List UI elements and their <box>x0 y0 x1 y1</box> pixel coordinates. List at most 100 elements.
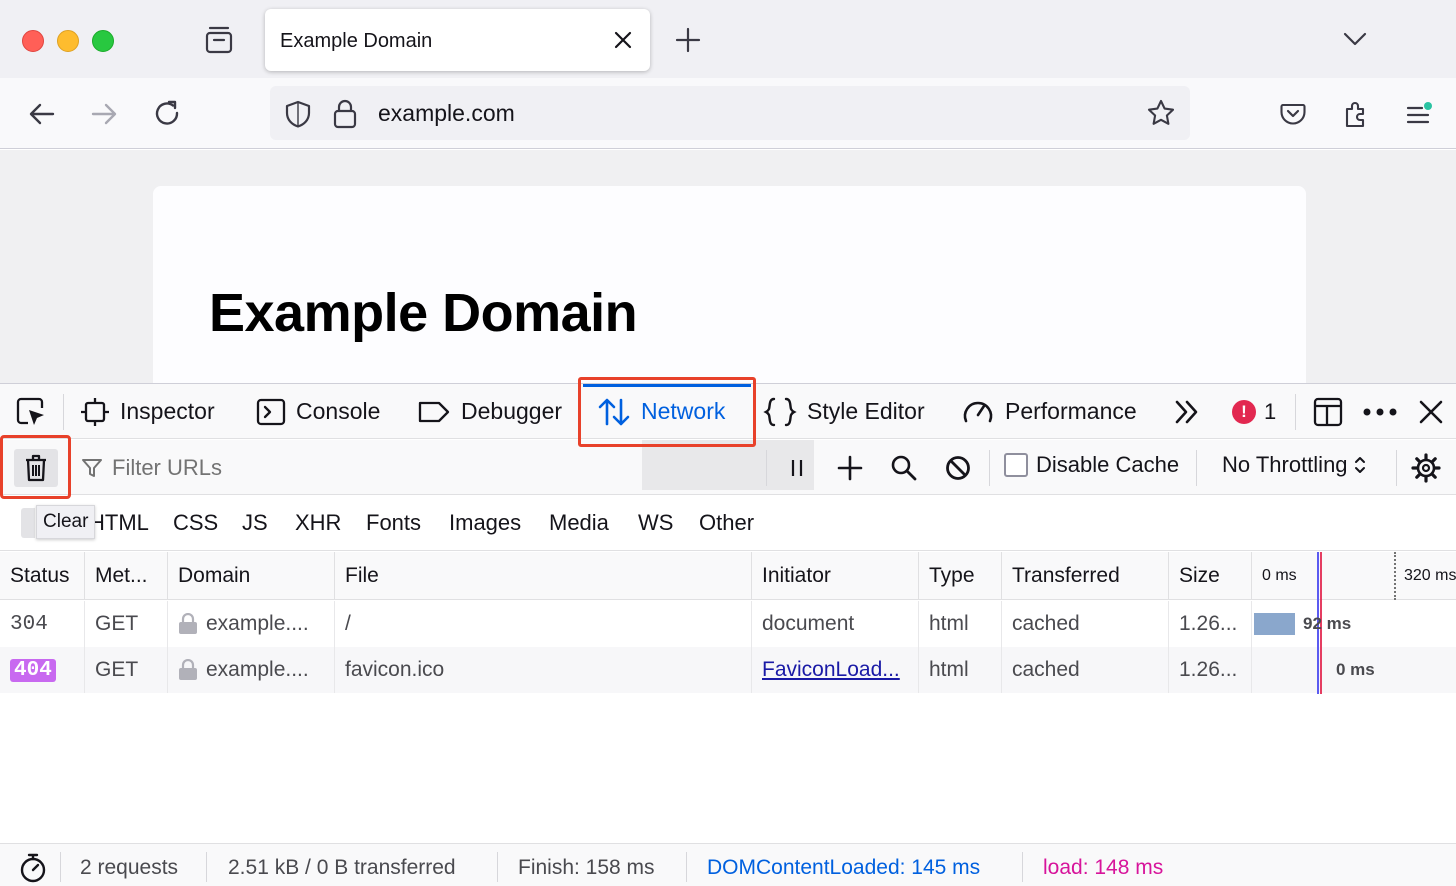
filter-css[interactable]: CSS <box>173 510 218 536</box>
active-tab-indicator <box>583 384 751 387</box>
filter-images[interactable]: Images <box>449 510 521 536</box>
load-time: load: 148 ms <box>1043 856 1164 879</box>
finish-time: Finish: 158 ms <box>518 856 655 879</box>
waterfall-start-label: 0 ms <box>1262 567 1297 584</box>
waterfall-timing-bar <box>1254 613 1295 635</box>
app-menu-icon[interactable] <box>1398 94 1438 134</box>
more-tools-chevron-icon[interactable] <box>1172 384 1202 439</box>
filter-all-button[interactable] <box>21 508 35 538</box>
column-method[interactable]: Met... <box>85 552 168 600</box>
status-separator <box>206 852 207 882</box>
type-cell: html <box>919 601 1002 647</box>
curly-braces-icon <box>763 397 797 426</box>
pause-icon[interactable] <box>779 450 815 486</box>
tab-inspector-label: Inspector <box>120 398 215 424</box>
tab-inspector[interactable]: Inspector <box>80 384 215 439</box>
initiator-link[interactable]: FaviconLoad... <box>762 658 900 682</box>
clear-tooltip: Clear <box>36 505 96 539</box>
transferred-summary: 2.51 kB / 0 B transferred <box>228 856 456 879</box>
column-transferred[interactable]: Transferred <box>1002 552 1169 600</box>
status-separator <box>1022 852 1023 882</box>
filter-urls-input[interactable] <box>112 454 672 481</box>
tab-debugger[interactable]: Debugger <box>417 384 562 439</box>
table-row[interactable]: 404 GET example.... favicon.ico FaviconL… <box>0 647 1456 693</box>
reload-icon[interactable] <box>147 94 187 134</box>
back-arrow-icon[interactable] <box>22 94 62 134</box>
add-request-blocking-icon[interactable] <box>832 450 868 486</box>
page-card: Example Domain <box>153 186 1306 383</box>
clear-button[interactable] <box>14 449 58 487</box>
network-arrows-icon <box>598 398 630 425</box>
chevron-down-icon[interactable] <box>1338 24 1372 54</box>
bookmark-star-icon[interactable] <box>1146 98 1176 133</box>
type-cell: html <box>919 647 1002 693</box>
timing-label: 0 ms <box>1336 660 1375 679</box>
pocket-icon[interactable] <box>1273 94 1313 134</box>
new-tab-icon[interactable] <box>672 24 704 56</box>
filter-xhr[interactable]: XHR <box>295 510 341 536</box>
toolbar-separator <box>766 450 767 486</box>
browser-tab-active[interactable]: Example Domain <box>265 9 650 71</box>
column-file[interactable]: File <box>335 552 752 600</box>
stopwatch-icon[interactable] <box>18 852 48 886</box>
filter-ws[interactable]: WS <box>638 510 673 536</box>
secure-lock-icon <box>179 659 197 680</box>
status-code: 404 <box>10 658 56 682</box>
checkbox-box[interactable] <box>1004 453 1028 477</box>
inspector-icon <box>81 397 109 426</box>
throttling-select[interactable]: No Throttling <box>1222 452 1366 478</box>
maximize-window-button[interactable] <box>92 30 114 52</box>
filter-urls-field[interactable] <box>80 440 765 495</box>
column-size[interactable]: Size <box>1169 552 1252 600</box>
url-bar[interactable]: example.com <box>270 86 1190 140</box>
toolbar-separator <box>989 450 990 486</box>
shield-icon[interactable] <box>284 99 312 134</box>
filter-js[interactable]: JS <box>242 510 268 536</box>
domain-cell: example.... <box>206 612 309 635</box>
element-picker-icon[interactable] <box>14 384 48 439</box>
table-row[interactable]: 304 GET example.... / document html cach… <box>0 601 1456 647</box>
tab-console[interactable]: Console <box>256 384 380 439</box>
forward-arrow-icon[interactable] <box>84 94 124 134</box>
more-options-icon[interactable] <box>1362 384 1398 439</box>
settings-gear-icon[interactable] <box>1408 450 1444 486</box>
status-separator <box>60 852 61 882</box>
request-type-filters: HTML CSS JS XHR Fonts Images Media WS Ot… <box>0 496 1456 551</box>
request-table-header: Status Met... Domain File Initiator Type… <box>0 552 1456 600</box>
minimize-window-button[interactable] <box>57 30 79 52</box>
lock-icon[interactable] <box>332 98 358 135</box>
filter-html[interactable]: HTML <box>89 510 149 536</box>
url-text[interactable]: example.com <box>378 100 515 127</box>
select-arrows-icon <box>1354 457 1365 473</box>
error-icon: ! <box>1232 399 1256 424</box>
tab-style-editor[interactable]: Style Editor <box>763 384 925 439</box>
filter-media[interactable]: Media <box>549 510 609 536</box>
title-bar: Example Domain <box>0 0 1456 78</box>
tab-list-icon[interactable] <box>200 24 238 58</box>
tab-network[interactable]: Network <box>583 384 751 439</box>
timing-label: 92 ms <box>1303 614 1352 633</box>
status-code: 304 <box>10 612 48 636</box>
filter-other[interactable]: Other <box>699 510 754 536</box>
error-count-button[interactable]: ! 1 <box>1232 384 1276 439</box>
devtools-toolbar: Inspector Console Debugger Network Style… <box>0 383 1456 439</box>
filter-fonts[interactable]: Fonts <box>366 510 421 536</box>
transferred-cell: cached <box>1002 601 1169 647</box>
tab-performance[interactable]: Performance <box>961 384 1137 439</box>
search-icon[interactable] <box>886 450 922 486</box>
extensions-puzzle-icon[interactable] <box>1336 94 1376 134</box>
domain-cell: example.... <box>206 658 309 681</box>
column-initiator[interactable]: Initiator <box>752 552 919 600</box>
block-requests-icon[interactable] <box>940 450 976 486</box>
close-devtools-icon[interactable] <box>1417 384 1445 439</box>
column-type[interactable]: Type <box>919 552 1002 600</box>
disable-cache-checkbox[interactable]: Disable Cache <box>1004 452 1179 478</box>
close-tab-icon[interactable] <box>610 27 636 53</box>
toolbar-separator <box>70 450 71 486</box>
dock-side-icon[interactable] <box>1311 384 1345 439</box>
page-heading: Example Domain <box>209 283 638 343</box>
close-window-button[interactable] <box>22 30 44 52</box>
column-status[interactable]: Status <box>0 552 85 600</box>
debugger-icon <box>418 401 450 422</box>
column-domain[interactable]: Domain <box>168 552 335 600</box>
